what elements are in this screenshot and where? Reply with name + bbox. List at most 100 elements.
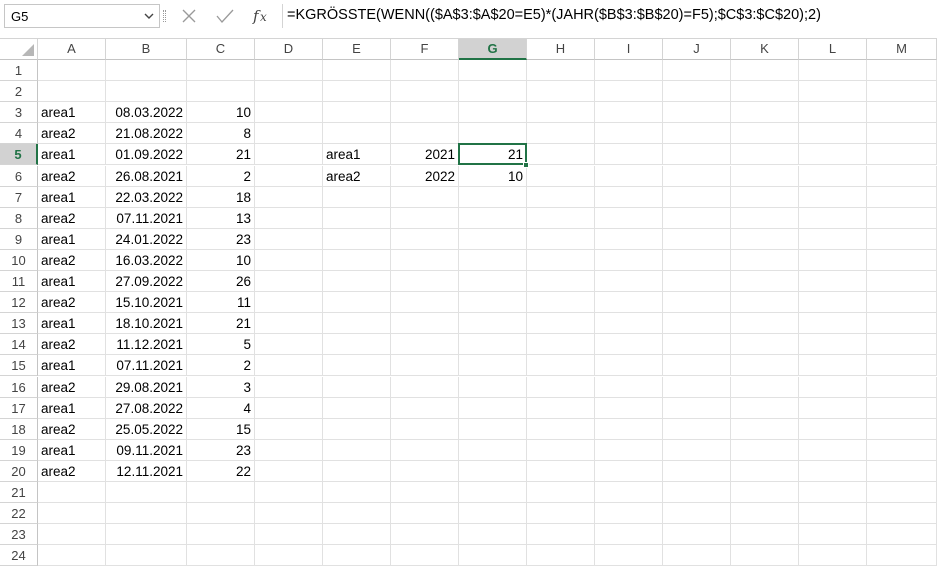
cell-l13[interactable]: [799, 313, 867, 335]
cell-a21[interactable]: [38, 482, 106, 504]
row-header-1[interactable]: 1: [0, 60, 38, 82]
cell-e7[interactable]: [323, 186, 391, 208]
cell-j18[interactable]: [663, 418, 731, 440]
cell-a19[interactable]: area1: [38, 439, 106, 461]
cell-i14[interactable]: [595, 334, 663, 356]
cell-c1[interactable]: [187, 60, 255, 82]
cell-a11[interactable]: area1: [38, 271, 106, 293]
row-header-4[interactable]: 4: [0, 123, 38, 145]
row-header-21[interactable]: 21: [0, 482, 38, 504]
row-header-18[interactable]: 18: [0, 418, 38, 440]
cell-h6[interactable]: [527, 165, 595, 187]
cell-j12[interactable]: [663, 292, 731, 314]
cell-d6[interactable]: [255, 165, 323, 187]
row-header-5[interactable]: 5: [0, 144, 38, 166]
cell-i13[interactable]: [595, 313, 663, 335]
cell-a12[interactable]: area2: [38, 292, 106, 314]
cell-h10[interactable]: [527, 249, 595, 271]
cell-k24[interactable]: [731, 545, 799, 567]
cell-c8[interactable]: 13: [187, 207, 255, 229]
cell-b8[interactable]: 07.11.2021: [106, 207, 187, 229]
cell-a18[interactable]: area2: [38, 418, 106, 440]
cell-k4[interactable]: [731, 123, 799, 145]
cell-m19[interactable]: [867, 439, 937, 461]
cell-e21[interactable]: [323, 482, 391, 504]
cell-m16[interactable]: [867, 376, 937, 398]
cell-b3[interactable]: 08.03.2022: [106, 102, 187, 124]
cell-l22[interactable]: [799, 503, 867, 525]
cell-j6[interactable]: [663, 165, 731, 187]
cell-j8[interactable]: [663, 207, 731, 229]
cell-d19[interactable]: [255, 439, 323, 461]
cell-c13[interactable]: 21: [187, 313, 255, 335]
cell-m11[interactable]: [867, 271, 937, 293]
cell-j1[interactable]: [663, 60, 731, 82]
cell-b15[interactable]: 07.11.2021: [106, 355, 187, 377]
cell-e9[interactable]: [323, 228, 391, 250]
column-header-e[interactable]: E: [323, 39, 391, 60]
cell-j21[interactable]: [663, 482, 731, 504]
cell-c22[interactable]: [187, 503, 255, 525]
cell-i20[interactable]: [595, 460, 663, 482]
cell-m13[interactable]: [867, 313, 937, 335]
cell-j19[interactable]: [663, 439, 731, 461]
close-icon[interactable]: [176, 5, 202, 27]
cell-e18[interactable]: [323, 418, 391, 440]
cell-b17[interactable]: 27.08.2022: [106, 397, 187, 419]
cell-b13[interactable]: 18.10.2021: [106, 313, 187, 335]
cell-f10[interactable]: [391, 249, 459, 271]
cell-m18[interactable]: [867, 418, 937, 440]
cell-j10[interactable]: [663, 249, 731, 271]
cell-d17[interactable]: [255, 397, 323, 419]
cell-i19[interactable]: [595, 439, 663, 461]
cell-c12[interactable]: 11: [187, 292, 255, 314]
cell-m1[interactable]: [867, 60, 937, 82]
cell-m22[interactable]: [867, 503, 937, 525]
cell-b4[interactable]: 21.08.2022: [106, 123, 187, 145]
cell-h15[interactable]: [527, 355, 595, 377]
cell-l3[interactable]: [799, 102, 867, 124]
cell-m15[interactable]: [867, 355, 937, 377]
cell-k5[interactable]: [731, 144, 799, 166]
cell-a8[interactable]: area2: [38, 207, 106, 229]
cell-g20[interactable]: [459, 460, 527, 482]
cell-d7[interactable]: [255, 186, 323, 208]
cell-c9[interactable]: 23: [187, 228, 255, 250]
cell-g10[interactable]: [459, 249, 527, 271]
cell-f16[interactable]: [391, 376, 459, 398]
cell-b23[interactable]: [106, 524, 187, 546]
cell-a13[interactable]: area1: [38, 313, 106, 335]
row-header-23[interactable]: 23: [0, 524, 38, 546]
cell-k6[interactable]: [731, 165, 799, 187]
cell-g1[interactable]: [459, 60, 527, 82]
cell-a17[interactable]: area1: [38, 397, 106, 419]
cell-g11[interactable]: [459, 271, 527, 293]
cell-d4[interactable]: [255, 123, 323, 145]
cell-d24[interactable]: [255, 545, 323, 567]
cell-j7[interactable]: [663, 186, 731, 208]
cell-e12[interactable]: [323, 292, 391, 314]
cell-b6[interactable]: 26.08.2021: [106, 165, 187, 187]
cell-g12[interactable]: [459, 292, 527, 314]
cell-c3[interactable]: 10: [187, 102, 255, 124]
cell-i16[interactable]: [595, 376, 663, 398]
cell-a10[interactable]: area2: [38, 249, 106, 271]
cell-c11[interactable]: 26: [187, 271, 255, 293]
cell-b21[interactable]: [106, 482, 187, 504]
row-header-22[interactable]: 22: [0, 503, 38, 525]
row-header-13[interactable]: 13: [0, 313, 38, 335]
cell-f12[interactable]: [391, 292, 459, 314]
cell-h11[interactable]: [527, 271, 595, 293]
cell-k22[interactable]: [731, 503, 799, 525]
row-header-2[interactable]: 2: [0, 81, 38, 103]
cell-g9[interactable]: [459, 228, 527, 250]
cell-m9[interactable]: [867, 228, 937, 250]
cell-j14[interactable]: [663, 334, 731, 356]
cell-c18[interactable]: 15: [187, 418, 255, 440]
cell-e22[interactable]: [323, 503, 391, 525]
cell-e19[interactable]: [323, 439, 391, 461]
cell-f13[interactable]: [391, 313, 459, 335]
cell-k11[interactable]: [731, 271, 799, 293]
cell-i18[interactable]: [595, 418, 663, 440]
row-header-24[interactable]: 24: [0, 545, 38, 567]
